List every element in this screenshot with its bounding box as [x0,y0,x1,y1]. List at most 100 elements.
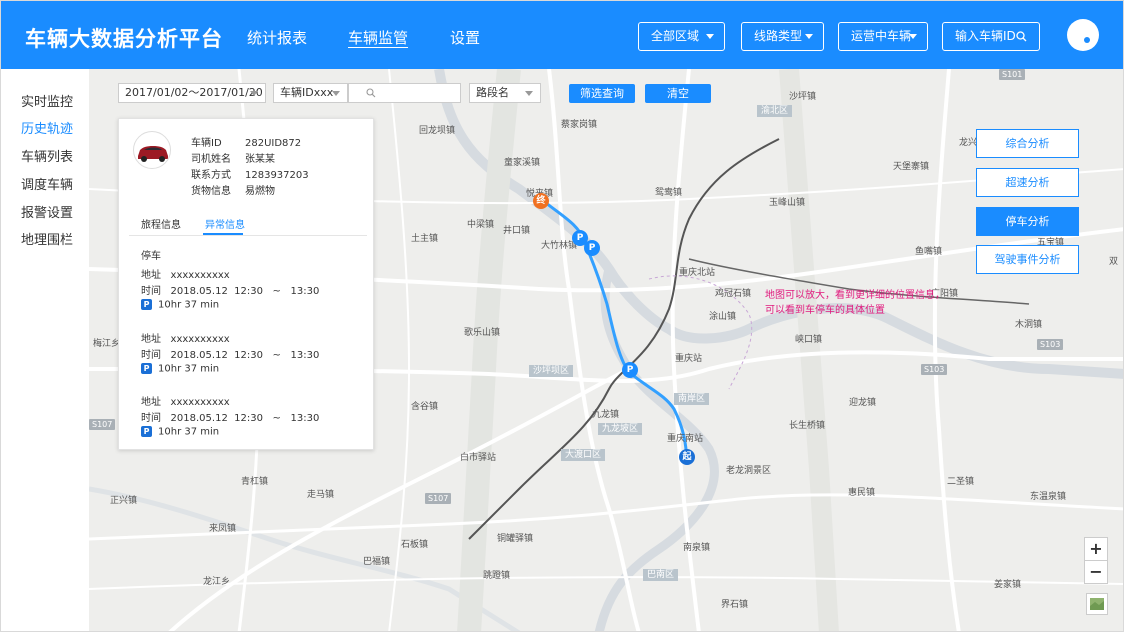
sidebar-item-alarm-settings[interactable]: 报警设置 [21,202,73,221]
nav-settings[interactable]: 设置 [450,27,480,48]
map-place: 鱼嘴镇 [915,247,943,257]
map-place: 天堡寨镇 [893,162,930,172]
map-layer-icon[interactable] [1086,593,1108,615]
sidebar-item-dispatch[interactable]: 调度车辆 [21,174,73,193]
parking-marker[interactable]: P [622,362,638,378]
vehicle-id-select[interactable]: 车辆IDxxx [273,83,348,103]
event-address: 地址 xxxxxxxxxx [141,393,230,408]
map-place: 沙坪镇 [789,92,817,102]
time-label: 时间 [141,350,161,361]
map-place: 童家溪镇 [504,158,541,168]
time-label: 时间 [141,413,161,424]
map-place: 含谷镇 [411,402,439,412]
map-place: 井口镇 [503,226,531,236]
event-address: 地址 xxxxxxxxxx [141,266,230,281]
map-annotation-note: 地图可以放大，看到更详细的位置信息， 可以看到车停车的具体位置 [765,288,945,318]
search-input[interactable] [348,83,461,103]
map-place: 巴福镇 [363,557,391,567]
duration-value: 10hr 37 min [158,363,220,375]
driving-event-analysis-button[interactable]: 驾驶事件分析 [976,245,1079,274]
nav-vehicle-supervision[interactable]: 车辆监管 [348,27,408,48]
event-end: 13:30 [290,413,320,424]
map-place: 重庆南站 [667,434,704,444]
route-name-select-value: 路段名 [476,86,509,99]
map-place: 姜家镇 [994,580,1022,590]
cargo-row: 货物信息 易燃物 [191,182,275,197]
sidebar-item-realtime[interactable]: 实时监控 [21,91,73,110]
event-end: 13:30 [290,286,320,297]
comprehensive-analysis-button[interactable]: 综合分析 [976,129,1079,158]
driver-name-row: 司机姓名 张某某 [191,150,275,165]
map-place: 惠民镇 [848,488,876,498]
route-start-marker[interactable]: 起 [679,449,695,465]
filter-query-button[interactable]: 筛选查询 [569,84,635,103]
address-label: 地址 [141,270,161,281]
vehicle-id-row: 车辆ID 282UID872 [191,134,301,149]
field-value: 1283937203 [245,170,309,181]
route-name-select[interactable]: 路段名 [469,83,541,103]
sidebar-item-history-track[interactable]: 历史轨迹 [21,118,73,137]
map-district: 巴南区 [643,569,679,581]
address-value: xxxxxxxxxx [170,397,230,408]
event-start: 12:30 [234,350,263,361]
search-icon [1016,31,1027,42]
road-tag: S107 [425,493,452,504]
nav-statistics[interactable]: 统计报表 [247,27,307,48]
map-place: 石板镇 [401,540,429,550]
map-district: 大渡口区 [561,449,606,461]
parking-icon: P [141,363,152,374]
date-range-picker[interactable]: 2017/01/02～2017/01/20 [118,83,266,103]
map-place: 南泉镇 [683,543,711,553]
top-header: 车辆大数据分析平台 统计报表 车辆监管 设置 全部区域 线路类型 运营中车辆 输… [1,1,1123,69]
map-place: 正兴镇 [110,496,138,506]
address-value: xxxxxxxxxx [170,334,230,345]
map-place: 来凤镇 [209,524,237,534]
time-separator: ~ [272,413,281,424]
search-icon [366,88,376,98]
map-place: 玉峰山镇 [769,198,806,208]
route-type-dropdown[interactable]: 线路类型 [741,22,824,51]
sidebar-item-vehicle-list[interactable]: 车辆列表 [21,146,73,165]
parking-marker[interactable]: P [584,240,600,256]
map-district: 沙坪坝区 [529,365,574,377]
vehicle-id-search[interactable]: 输入车辆ID [942,22,1040,51]
note-line: 可以看到车停车的具体位置 [765,305,885,316]
region-dropdown[interactable]: 全部区域 [638,22,725,51]
tab-journey-info[interactable]: 旅程信息 [141,216,181,231]
field-key: 联系方式 [191,170,231,181]
vehicle-id-search-label: 输入车辆ID [955,29,1016,43]
event-start: 12:30 [234,413,263,424]
map-place: 龙江乡 [203,577,231,587]
zoom-in-icon[interactable]: + [1084,537,1108,561]
zoom-out-icon[interactable]: − [1084,560,1108,584]
field-value: 282UID872 [245,138,302,149]
sidebar-item-geofence[interactable]: 地理围栏 [21,229,73,248]
map-place: 界石镇 [721,600,749,610]
map-place: 跳蹬镇 [483,571,511,581]
map-district: 九龙坡区 [598,423,643,435]
user-avatar-icon[interactable] [1067,19,1099,51]
map-place: 铜罐驿镇 [497,534,534,544]
event-duration: P 10hr 37 min [141,426,219,438]
map-place: 龙兴 [959,138,978,148]
address-value: xxxxxxxxxx [170,270,230,281]
map-place: 九龙镇 [592,410,620,420]
event-duration: P 10hr 37 min [141,363,219,375]
map-place: 迎龙镇 [849,398,877,408]
region-dropdown-label: 全部区域 [651,29,700,43]
field-value: 张某某 [245,154,275,165]
field-key: 货物信息 [191,186,231,197]
tab-abnormal-info[interactable]: 异常信息 [205,216,245,231]
speeding-analysis-button[interactable]: 超速分析 [976,168,1079,197]
parking-analysis-button[interactable]: 停车分析 [976,207,1079,236]
road-tag: S103 [921,364,948,375]
route-type-label: 线路类型 [754,29,803,43]
chevron-down-icon [909,34,917,39]
clear-button[interactable]: 清空 [645,84,711,103]
route-end-marker[interactable]: 终 [533,193,549,209]
field-value: 易燃物 [245,186,275,197]
date-range-value: 2017/01/02～2017/01/20 [125,86,263,99]
map-place: 二圣镇 [947,477,975,487]
chevron-down-icon [805,34,813,39]
vehicle-status-dropdown[interactable]: 运营中车辆 [838,22,928,51]
